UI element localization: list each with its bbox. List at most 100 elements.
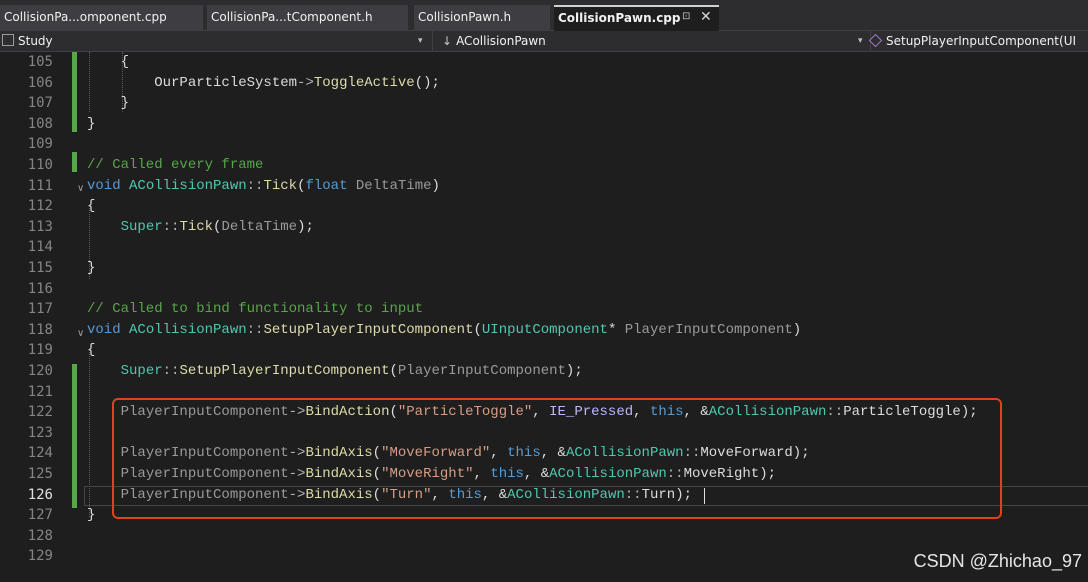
project-name: Study [18, 34, 53, 48]
line-number: 117 [27, 301, 53, 318]
line-number: 110 [27, 157, 53, 173]
watermark: CSDN @Zhichao_97 [913, 551, 1082, 571]
line-number: 118 [27, 321, 53, 338]
code-token: ( [389, 363, 398, 379]
highlight-annotation-box [112, 398, 1002, 519]
code-token: SetupPlayerInputComponent [179, 363, 390, 379]
code-token: OurParticleSystem [154, 74, 298, 91]
code-text: void ACollisionPawn::SetupPlayerInputCom… [87, 320, 801, 340]
code-line[interactable]: 118 void ACollisionPawn::SetupPlayerInput… [0, 320, 1088, 340]
code-token: SetupPlayerInputComponent [263, 321, 474, 338]
code-line[interactable]: 111 void ACollisionPawn::Tick(float Delta… [0, 176, 1088, 196]
line-number: 113 [27, 218, 53, 235]
code-token: ) [431, 177, 440, 194]
member-name: SetupPlayerInputComponent(UI [886, 34, 1077, 48]
line-number: 106 [27, 74, 53, 91]
code-token: ); [297, 218, 314, 235]
line-number: 108 [27, 115, 53, 132]
code-text: void ACollisionPawn::Tick(float DeltaTim… [87, 176, 440, 196]
code-text: { [87, 52, 129, 72]
code-line[interactable]: 110 // Called every frame [0, 155, 1088, 175]
code-token: ) [792, 321, 802, 338]
line-number: 111 [27, 177, 53, 194]
line-number: 122 [27, 404, 53, 421]
line-number: 125 [27, 466, 53, 482]
line-number: 119 [27, 342, 53, 359]
code-token: void [87, 177, 121, 194]
code-line[interactable]: 120 Super::SetupPlayerInputComponent(Pla… [0, 361, 1088, 381]
code-text: } [87, 258, 95, 278]
tab-label: CollisionPawn.h [418, 10, 512, 24]
line-number: 107 [27, 95, 53, 112]
code-line[interactable]: 114 [0, 237, 1088, 257]
project-dropdown[interactable]: Study ▾ [0, 31, 433, 51]
code-line[interactable]: 107 } [0, 93, 1088, 113]
code-text: } [87, 505, 95, 525]
line-number: 114 [27, 239, 53, 256]
code-line[interactable]: 106 OurParticleSystem->ToggleActive(); [0, 73, 1088, 93]
class-dropdown[interactable]: ↓ ACollisionPawn ▾ [438, 31, 871, 51]
code-line[interactable]: 105 { [0, 52, 1088, 72]
code-text: { [87, 196, 95, 216]
line-number: 124 [27, 445, 53, 462]
line-number: 116 [27, 280, 53, 297]
tab-collisionparticle-component-h[interactable]: CollisionPa...tComponent.h [207, 5, 408, 31]
code-line[interactable]: 108} [0, 114, 1088, 134]
code-token: DeltaTime [221, 218, 298, 235]
code-token: PlayerInputComponent [624, 321, 793, 338]
code-token: ( [473, 321, 482, 338]
code-token: { [87, 198, 96, 215]
tab-label: CollisionPawn.cpp [558, 11, 681, 25]
code-line[interactable]: 128 [0, 526, 1088, 546]
code-text: OurParticleSystem->ToggleActive(); [87, 73, 440, 93]
code-text: { [87, 340, 95, 360]
code-line[interactable]: 113 Super::Tick(DeltaTime); [0, 217, 1088, 237]
chevron-down-icon: ▾ [418, 36, 423, 46]
line-number: 105 [27, 54, 53, 70]
code-token: } [87, 507, 96, 524]
tab-label: CollisionPa...omponent.cpp [4, 10, 167, 24]
document-tab-strip: CollisionPa...omponent.cpp CollisionPa..… [0, 0, 1088, 31]
code-token: Tick [179, 218, 214, 235]
code-token: ACollisionPawn [129, 177, 247, 194]
code-line[interactable]: 116 [0, 279, 1088, 299]
code-text: Super::SetupPlayerInputComponent(PlayerI… [87, 361, 583, 381]
tab-collisionpawn-h[interactable]: CollisionPawn.h [414, 5, 550, 31]
code-token: } [87, 115, 96, 132]
code-token: } [120, 95, 130, 112]
pin-icon[interactable]: ⊡ [682, 11, 690, 22]
code-token: // Called every frame [87, 157, 264, 173]
code-token: ); [565, 363, 583, 379]
code-token: Tick [263, 177, 298, 194]
member-dropdown[interactable]: SetupPlayerInputComponent(UI [866, 31, 1088, 51]
tab-collisionparticle-component-cpp[interactable]: CollisionPa...omponent.cpp [0, 5, 203, 31]
tab-collisionpawn-cpp[interactable]: CollisionPawn.cpp ⊡ ✕ [554, 5, 719, 31]
close-icon[interactable]: ✕ [700, 9, 712, 25]
project-icon [2, 34, 14, 46]
code-line[interactable]: 112 { [0, 196, 1088, 216]
code-text: // Called to bind functionality to input [87, 299, 423, 319]
line-number: 123 [27, 424, 53, 441]
scope-arrow-icon: ↓ [442, 34, 453, 48]
code-token: :: [246, 321, 264, 338]
code-text: } [87, 93, 129, 113]
code-token: ACollisionPawn [129, 321, 247, 338]
code-token: DeltaTime [355, 177, 432, 194]
code-line[interactable]: 117 // Called to bind functionality to in… [0, 299, 1088, 319]
line-number: 120 [27, 363, 53, 379]
line-number: 129 [27, 548, 53, 565]
line-number: 126 [27, 486, 53, 503]
code-token: { [87, 342, 96, 359]
line-number: 109 [27, 136, 53, 153]
code-line[interactable]: 119 { [0, 340, 1088, 360]
code-token: -> [297, 74, 314, 91]
code-line[interactable]: 109 [0, 134, 1088, 154]
code-token: float [305, 177, 348, 194]
code-line[interactable]: 115} [0, 258, 1088, 278]
code-token: void [87, 321, 121, 338]
code-text: } [87, 114, 95, 134]
class-name: ACollisionPawn [456, 34, 546, 48]
code-token: // Called to bind functionality to input [87, 301, 424, 318]
